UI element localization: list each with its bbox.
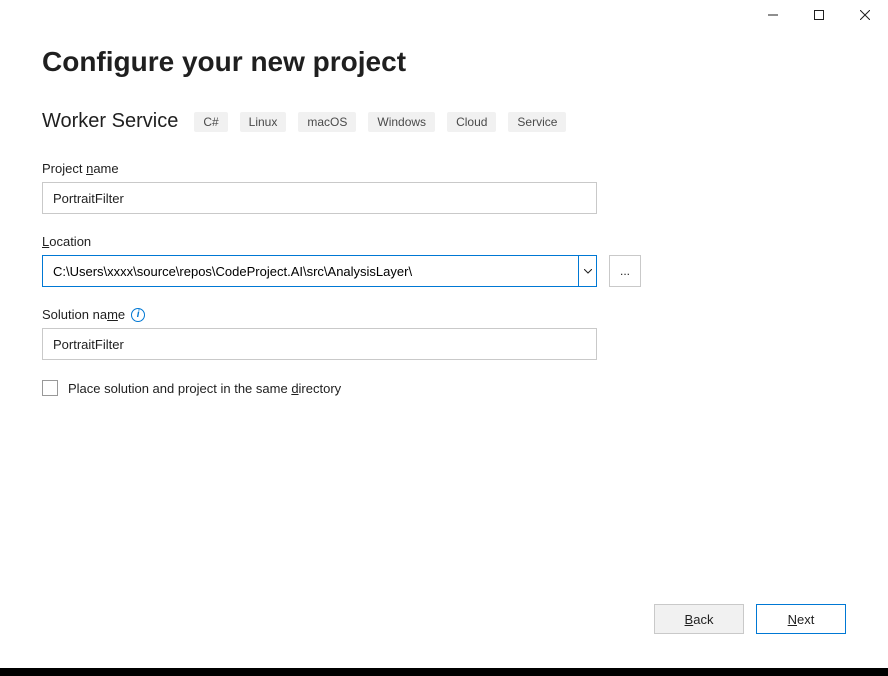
browse-label: ... (620, 264, 630, 278)
template-tag: C# (194, 112, 227, 132)
project-name-label: Project name (42, 161, 846, 176)
template-tag: macOS (298, 112, 356, 132)
location-dropdown-button[interactable] (578, 256, 596, 286)
same-directory-row: Place solution and project in the same d… (42, 380, 846, 396)
template-tag: Service (508, 112, 566, 132)
chevron-down-icon (584, 269, 592, 274)
template-tag: Cloud (447, 112, 496, 132)
maximize-icon (814, 10, 824, 20)
minimize-button[interactable] (750, 0, 796, 30)
location-block: Location ... (42, 234, 846, 287)
solution-name-input[interactable] (42, 328, 597, 360)
same-directory-checkbox[interactable] (42, 380, 58, 396)
location-combo (42, 255, 597, 287)
project-name-input[interactable] (42, 182, 597, 214)
location-row: ... (42, 255, 846, 287)
dialog-footer: Back Next (654, 604, 846, 634)
close-button[interactable] (842, 0, 888, 30)
template-tag: Windows (368, 112, 435, 132)
project-name-block: Project name (42, 161, 846, 214)
back-button[interactable]: Back (654, 604, 744, 634)
bottom-bar (0, 668, 888, 676)
page-title: Configure your new project (42, 46, 846, 78)
next-button[interactable]: Next (756, 604, 846, 634)
location-label: Location (42, 234, 846, 249)
template-name: Worker Service (42, 110, 178, 133)
template-row: Worker Service C# Linux macOS Windows Cl… (42, 110, 846, 133)
solution-name-label: Solution name i (42, 307, 846, 322)
template-tag: Linux (240, 112, 287, 132)
info-icon[interactable]: i (131, 308, 145, 322)
close-icon (860, 10, 870, 20)
location-input[interactable] (43, 256, 578, 286)
minimize-icon (768, 10, 778, 20)
solution-name-block: Solution name i (42, 307, 846, 360)
same-directory-label: Place solution and project in the same d… (68, 381, 341, 396)
maximize-button[interactable] (796, 0, 842, 30)
dialog-content: Configure your new project Worker Servic… (0, 0, 888, 396)
browse-button[interactable]: ... (609, 255, 641, 287)
window-titlebar (750, 0, 888, 30)
